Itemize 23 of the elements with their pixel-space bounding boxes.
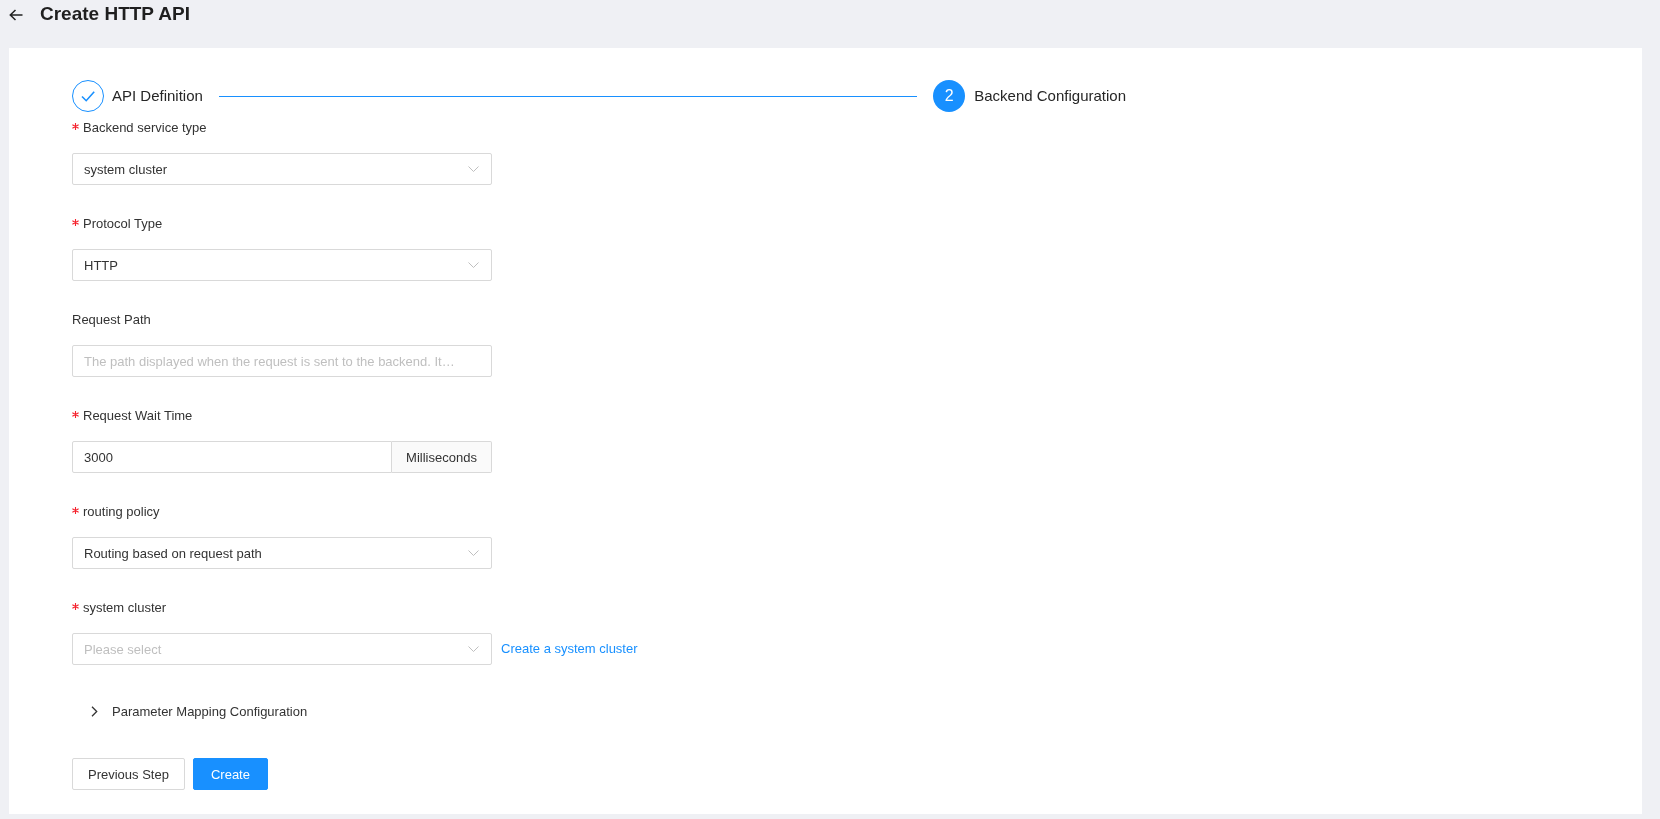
chevron-down-icon xyxy=(468,646,479,652)
chevron-down-icon xyxy=(468,262,479,268)
chevron-down-icon xyxy=(468,550,479,556)
input-field[interactable]: 3000 xyxy=(72,441,392,473)
page-title: Create HTTP API xyxy=(40,3,190,25)
field-label: Request Path xyxy=(72,311,151,329)
field-label: Backend service type xyxy=(83,119,207,137)
field-label: Protocol Type xyxy=(83,215,163,233)
previous-step-button[interactable]: Previous Step xyxy=(72,758,185,790)
field-label: routing policy xyxy=(83,503,160,521)
field-label: system cluster xyxy=(83,599,167,617)
back-arrow-icon[interactable] xyxy=(9,9,23,21)
input-field[interactable]: The path displayed when the request is sent to the backend. It… xyxy=(72,345,492,377)
step-label: Backend Configuration xyxy=(974,86,1126,106)
step-label: API Definition xyxy=(112,86,203,106)
select-field[interactable]: system cluster xyxy=(72,153,492,185)
unit-label: Milliseconds xyxy=(392,441,492,473)
select-field[interactable]: HTTP xyxy=(72,249,492,281)
step-number: 2 xyxy=(933,80,966,112)
field-label: Request Wait Time xyxy=(83,407,193,425)
select-field[interactable]: Routing based on request path xyxy=(72,537,492,569)
chevron-down-icon xyxy=(468,166,479,172)
collapse-header[interactable]: Parameter Mapping Configuration xyxy=(72,700,308,722)
